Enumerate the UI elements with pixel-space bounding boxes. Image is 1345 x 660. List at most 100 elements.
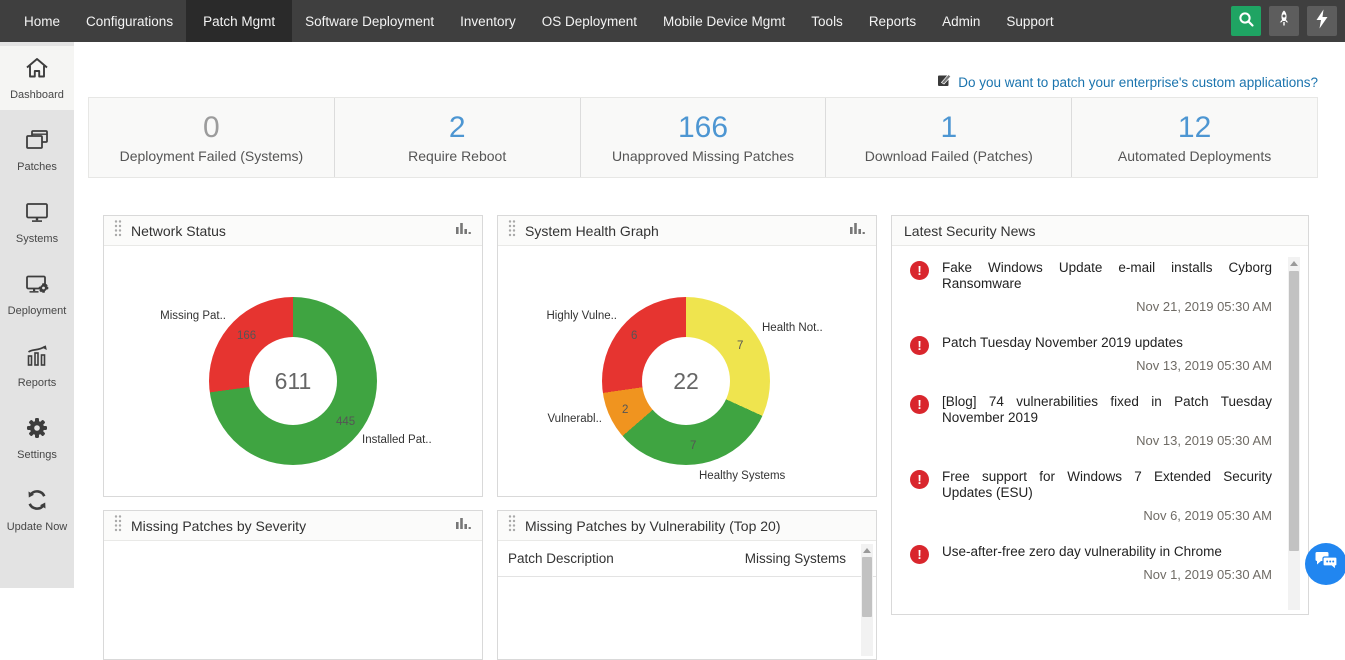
segment-value-installed-patches: 445 [336,416,355,428]
nav-item-mobile-device-mgmt[interactable]: Mobile Device Mgmt [650,0,798,42]
news-title-link[interactable]: Use-after-free zero day vulnerability in… [942,544,1272,560]
nav-item-home[interactable]: Home [11,0,73,42]
sidebar-item-patches[interactable]: Patches [0,118,74,182]
stat-value: 12 [1178,112,1211,144]
alert-icon: ! [910,470,929,489]
news-item: ! Use-after-free zero day vulnerability … [910,544,1272,582]
sidebar-item-dashboard[interactable]: Dashboard [0,46,74,110]
sidebar-item-label: Dashboard [10,89,64,101]
sidebar-item-deployment[interactable]: Deployment [0,262,74,326]
nav-item-admin[interactable]: Admin [929,0,993,42]
vulnerability-card-header: Missing Patches by Vulnerability (Top 20… [498,511,876,541]
scroll-thumb[interactable] [862,557,872,617]
news-title-link[interactable]: [Blog] 74 vulnerabilities fixed in Patch… [942,394,1272,426]
segment-label-healthy: Healthy Systems [699,470,785,482]
custom-apps-banner-link[interactable]: Do you want to patch your enterprise's c… [937,72,1318,92]
news-date: Nov 1, 2019 05:30 AM [942,567,1272,582]
chart-type-icon[interactable] [455,516,472,535]
drag-handle-icon[interactable] [114,219,122,243]
card-title: Network Status [131,223,226,239]
stat-require-reboot[interactable]: 2 Require Reboot [334,98,580,177]
nav-item-configurations[interactable]: Configurations [73,0,186,42]
news-date: Nov 21, 2019 05:30 AM [942,299,1272,314]
news-title-link[interactable]: Patch Tuesday November 2019 updates [942,335,1272,351]
drag-handle-icon[interactable] [114,514,122,538]
sidebar-item-label: Reports [18,377,57,389]
news-scrollbar[interactable] [1288,257,1300,610]
donut-center: 22 [642,337,730,425]
donut-total-value: 611 [275,368,312,395]
card-title: Missing Patches by Severity [131,518,306,534]
system-health-card: System Health Graph 22 Highly Vulne.. 6 … [497,215,877,497]
severity-card-header: Missing Patches by Severity [104,511,482,541]
nav-item-tools[interactable]: Tools [798,0,856,42]
sidebar-item-update-now[interactable]: Update Now [0,478,74,542]
chart-type-icon[interactable] [455,221,472,240]
security-news-card-header: Latest Security News [892,216,1308,246]
summary-stats-bar: 0 Deployment Failed (Systems) 2 Require … [88,97,1318,178]
table-scrollbar[interactable] [861,544,873,656]
news-title-link[interactable]: Free support for Windows 7 Extended Secu… [942,469,1272,501]
severity-chart-area [104,541,482,659]
news-item: ! Free support for Windows 7 Extended Se… [910,469,1272,523]
quick-actions-button[interactable] [1307,6,1337,36]
search-button[interactable] [1231,6,1261,36]
card-title: Latest Security News [904,223,1036,239]
network-status-donut[interactable]: 611 [209,297,377,465]
segment-value-health-not: 7 [737,340,743,352]
segment-label-missing-patches: Missing Pat.. [160,310,226,322]
news-item: ! [Blog] 74 vulnerabilities fixed in Pat… [910,394,1272,448]
chat-bubbles-icon [1315,551,1338,577]
sidebar-item-reports[interactable]: Reports [0,334,74,398]
table-header-row: Patch Description Missing Systems [498,541,876,577]
scroll-up-arrow[interactable] [1290,261,1298,266]
drag-handle-icon[interactable] [508,219,516,243]
stat-label: Require Reboot [408,148,506,164]
drag-handle-icon[interactable] [508,514,516,538]
bar-chart-icon [24,344,50,373]
sidebar-item-label: Settings [17,449,57,461]
lightning-bolt-icon [1313,9,1331,34]
system-health-donut[interactable]: 22 [602,297,770,465]
home-icon [24,56,50,85]
stat-deployment-failed[interactable]: 0 Deployment Failed (Systems) [89,98,334,177]
donut-center: 611 [249,337,337,425]
stat-label: Deployment Failed (Systems) [120,148,304,164]
stat-value: 2 [449,112,466,144]
nav-item-os-deployment[interactable]: OS Deployment [529,0,650,42]
stat-download-failed[interactable]: 1 Download Failed (Patches) [825,98,1071,177]
banner-link-text: Do you want to patch your enterprise's c… [958,75,1318,90]
network-status-card: Network Status 611 Missing Pat.. 166 445… [103,215,483,497]
sidebar-item-settings[interactable]: Settings [0,406,74,470]
left-sidebar: Dashboard Patches Systems Deployment [0,42,74,588]
column-header-missing-systems[interactable]: Missing Systems [745,551,846,566]
segment-label-highly-vulnerable: Highly Vulne.. [546,310,617,322]
chart-type-icon[interactable] [849,221,866,240]
stat-unapproved-missing-patches[interactable]: 166 Unapproved Missing Patches [580,98,826,177]
refresh-icon [24,488,50,517]
alert-icon: ! [910,261,929,280]
scroll-up-arrow[interactable] [863,548,871,553]
nav-item-inventory[interactable]: Inventory [447,0,529,42]
segment-value-missing-patches: 166 [237,330,256,342]
nav-item-patch-mgmt[interactable]: Patch Mgmt [186,0,292,42]
stat-automated-deployments[interactable]: 12 Automated Deployments [1071,98,1317,177]
getting-started-button[interactable] [1269,6,1299,36]
stat-value: 166 [678,112,728,144]
patches-icon [24,128,50,157]
search-icon [1237,10,1255,33]
news-title-link[interactable]: Fake Windows Update e-mail installs Cybo… [942,260,1272,292]
stat-label: Download Failed (Patches) [865,148,1033,164]
sidebar-item-systems[interactable]: Systems [0,190,74,254]
news-date: Nov 6, 2019 05:30 AM [942,508,1272,523]
rocket-icon [1274,9,1294,34]
nav-item-software-deployment[interactable]: Software Deployment [292,0,447,42]
scroll-thumb[interactable] [1289,271,1299,551]
stat-label: Unapproved Missing Patches [612,148,794,164]
segment-label-installed-patches: Installed Pat.. [362,434,432,446]
chat-support-button[interactable] [1305,543,1345,585]
segment-value-highly-vulnerable: 6 [631,330,637,342]
column-header-patch-description[interactable]: Patch Description [508,551,614,566]
nav-item-reports[interactable]: Reports [856,0,929,42]
nav-item-support[interactable]: Support [993,0,1066,42]
